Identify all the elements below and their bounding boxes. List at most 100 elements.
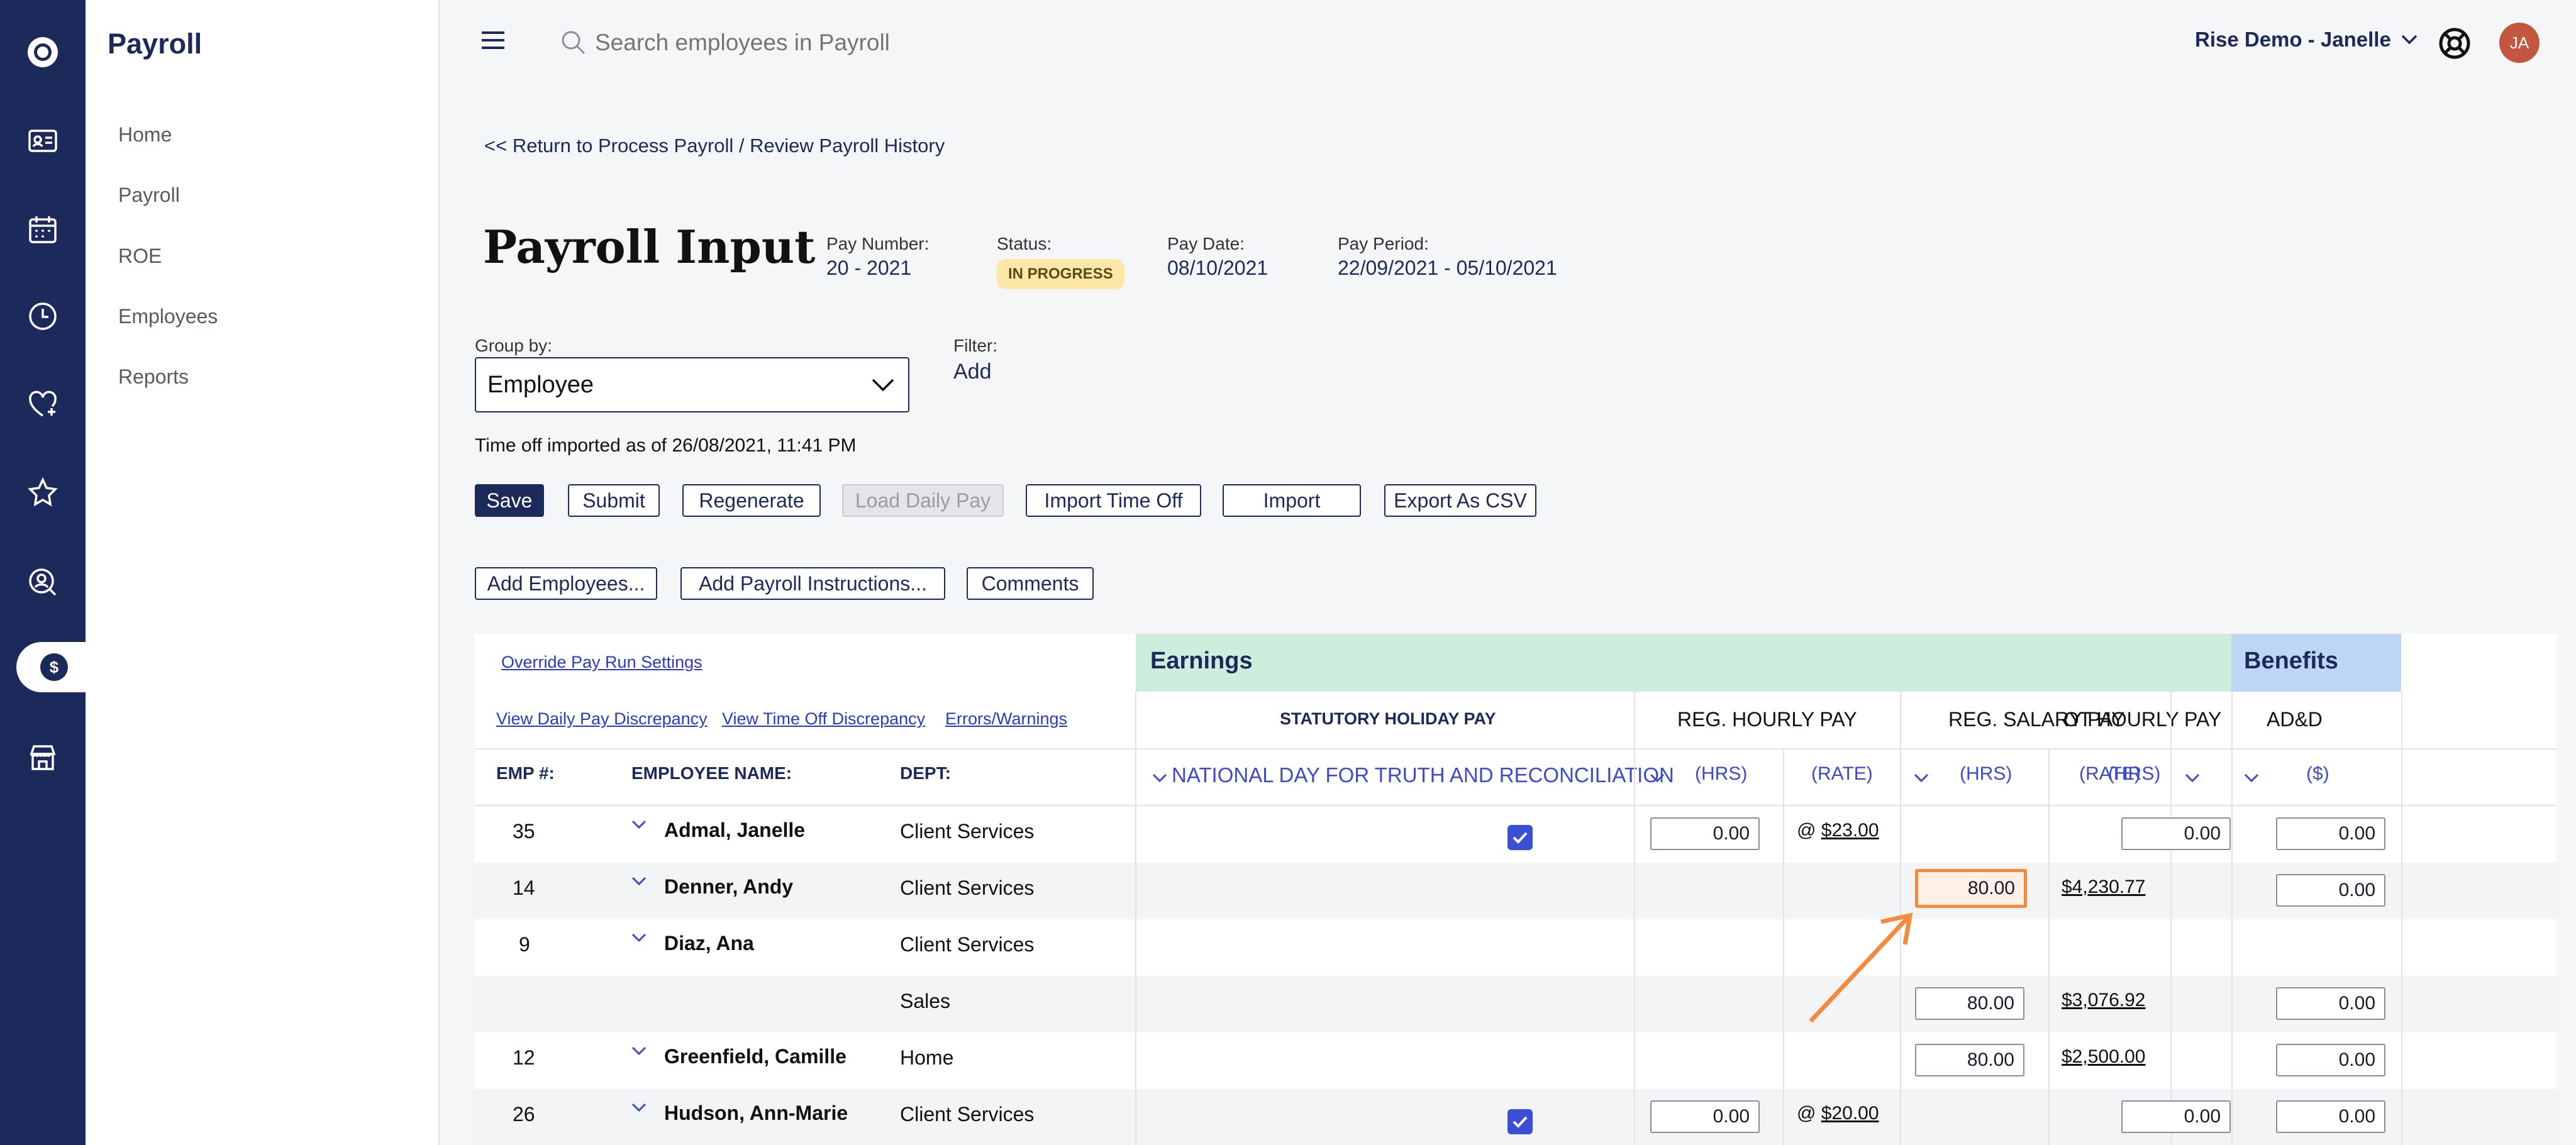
account-switcher[interactable]: Rise Demo - Janelle: [2195, 28, 2420, 52]
add-input[interactable]: 0.00: [2276, 987, 2385, 1020]
calendar-icon[interactable]: [0, 204, 86, 255]
chevron-down-icon[interactable]: [630, 928, 648, 947]
submit-button[interactable]: Submit: [568, 484, 660, 517]
save-button[interactable]: Save: [475, 484, 544, 517]
col-emp: EMP #:: [496, 763, 555, 783]
clock-icon[interactable]: [0, 291, 86, 341]
return-link[interactable]: << Return to Process Payroll / Review Pa…: [484, 135, 945, 157]
logo-icon[interactable]: [0, 27, 86, 77]
pay-number: Pay Number: 20 - 2021: [826, 234, 930, 279]
ot-hourly-hrs-input[interactable]: 0.00: [2121, 1100, 2231, 1133]
chevron-down-icon[interactable]: [1648, 768, 1667, 787]
benefits-header: Benefits: [2244, 648, 2338, 674]
group-by-label: Group by:: [475, 336, 552, 355]
status-badge: IN PROGRESS: [997, 259, 1124, 289]
regenerate-button[interactable]: Regenerate: [682, 484, 821, 517]
status: Status: IN PROGRESS: [997, 234, 1124, 289]
chevron-down-icon: [2401, 35, 2418, 45]
col-reg-salary-hrs: (HRS): [1960, 763, 2012, 784]
search-icon: [562, 31, 586, 55]
time-off-discrepancy-link[interactable]: View Time Off Discrepancy: [722, 709, 925, 729]
reg-salary-hrs-input-highlighted[interactable]: 80.00: [1915, 869, 2027, 908]
account-name: Rise Demo - Janelle: [2195, 28, 2391, 51]
reg-hourly-hrs-input[interactable]: 0.00: [1650, 1100, 1760, 1133]
load-daily-pay-button[interactable]: Load Daily Pay: [842, 484, 1004, 517]
side-nav: Payroll Home Payroll ROE Employees Repor…: [86, 0, 440, 1145]
timeoff-note: Time off imported as of 26/08/2021, 11:4…: [475, 435, 857, 456]
col-name: EMPLOYEE NAME:: [631, 763, 792, 783]
filter-add-link[interactable]: Add: [953, 360, 992, 384]
reg-salary-rate[interactable]: $2,500.00: [2062, 1046, 2145, 1068]
nav-item-roe[interactable]: ROE: [118, 245, 162, 268]
reg-hourly-hrs-input[interactable]: 0.00: [1650, 817, 1760, 850]
daily-pay-discrepancy-link[interactable]: View Daily Pay Discrepancy: [496, 709, 708, 729]
chevron-down-icon: [872, 379, 894, 392]
stat-holiday-checkbox[interactable]: [1507, 1109, 1533, 1134]
col-add-dollars: ($): [2306, 763, 2329, 784]
chevron-down-icon[interactable]: [2242, 768, 2261, 787]
col-dept: DEPT:: [900, 763, 951, 783]
search-bar[interactable]: [560, 25, 1126, 60]
add-payroll-instructions-button[interactable]: Add Payroll Instructions...: [680, 567, 945, 600]
pay-date: Pay Date: 08/10/2021: [1167, 234, 1269, 279]
export-csv-button[interactable]: Export As CSV: [1384, 484, 1536, 517]
nav-item-employees[interactable]: Employees: [118, 305, 218, 328]
add-input[interactable]: 0.00: [2276, 817, 2385, 850]
chevron-down-icon[interactable]: [630, 1098, 648, 1117]
heart-plus-icon[interactable]: [0, 379, 86, 429]
icon-rail: $: [0, 0, 92, 1145]
ot-hourly-hrs-input[interactable]: 0.00: [2121, 817, 2231, 850]
star-icon[interactable]: [0, 467, 86, 517]
earnings-header: Earnings: [1150, 648, 1253, 674]
chevron-down-icon[interactable]: [630, 871, 648, 890]
chevron-down-icon[interactable]: [2183, 768, 2202, 787]
avatar[interactable]: JA: [2499, 23, 2540, 63]
override-pay-run-link[interactable]: Override Pay Run Settings: [501, 653, 702, 672]
nav-item-payroll[interactable]: Payroll: [118, 184, 180, 207]
payroll-grid: Earnings Benefits Override Pay Run Setti…: [475, 634, 2557, 1145]
id-card-icon[interactable]: [0, 116, 86, 166]
errors-warnings-link[interactable]: Errors/Warnings: [945, 709, 1067, 729]
reg-salary-rate[interactable]: $4,230.77: [2062, 877, 2145, 898]
app-title: Payroll: [108, 28, 203, 60]
store-icon[interactable]: [0, 733, 86, 783]
add-input[interactable]: 0.00: [2276, 1044, 2385, 1076]
chevron-down-icon[interactable]: [1912, 768, 1931, 787]
col-reg-hourly-rate: (RATE): [1811, 763, 1873, 784]
col-reg-hourly-hrs: (HRS): [1695, 763, 1748, 784]
reg-salary-hrs-input[interactable]: 80.00: [1915, 987, 2024, 1020]
col-stat-holiday-sub: NATIONAL DAY FOR TRUTH AND RECONCILIATIO…: [1172, 763, 1674, 787]
add-input[interactable]: 0.00: [2276, 874, 2385, 907]
reg-hourly-rate[interactable]: $23.00: [1821, 820, 1879, 841]
col-stat-holiday: STATUTORY HOLIDAY PAY: [1280, 709, 1496, 728]
col-ot-hourly-hrs: (HRS): [2108, 763, 2161, 784]
reg-salary-rate[interactable]: $3,076.92: [2062, 990, 2145, 1011]
stat-holiday-checkbox[interactable]: [1507, 825, 1533, 850]
help-lifebuoy-icon[interactable]: [2438, 26, 2472, 60]
add-input[interactable]: 0.00: [2276, 1100, 2385, 1133]
col-ot-hourly: OT HOURLY PAY: [2063, 708, 2222, 731]
add-employees-button[interactable]: Add Employees...: [475, 567, 657, 600]
dollar-icon[interactable]: $: [16, 642, 92, 692]
comments-button[interactable]: Comments: [967, 567, 1094, 600]
people-search-icon[interactable]: [0, 557, 86, 607]
nav-item-home[interactable]: Home: [118, 123, 172, 147]
filter-label: Filter:: [953, 336, 997, 355]
svg-text:$: $: [50, 658, 59, 677]
pay-period: Pay Period: 22/09/2021 - 05/10/2021: [1338, 234, 1557, 279]
chevron-down-icon[interactable]: [630, 815, 648, 834]
import-button[interactable]: Import: [1223, 484, 1361, 517]
search-input[interactable]: [595, 30, 1111, 56]
reg-hourly-rate[interactable]: $20.00: [1821, 1103, 1879, 1124]
earnings-header-band: [1136, 634, 2231, 692]
col-add: AD&D: [2267, 708, 2323, 731]
annotation-arrow-icon: [1809, 912, 1913, 1023]
chevron-down-icon[interactable]: [630, 1041, 648, 1060]
chevron-down-icon[interactable]: [1150, 768, 1169, 787]
hamburger-menu-icon[interactable]: [478, 28, 508, 53]
nav-item-reports[interactable]: Reports: [118, 365, 189, 389]
group-by-select[interactable]: Employee: [475, 357, 909, 412]
page-title: Payroll Input: [483, 220, 816, 274]
reg-salary-hrs-input[interactable]: 80.00: [1915, 1044, 2024, 1076]
import-time-off-button[interactable]: Import Time Off: [1026, 484, 1201, 517]
